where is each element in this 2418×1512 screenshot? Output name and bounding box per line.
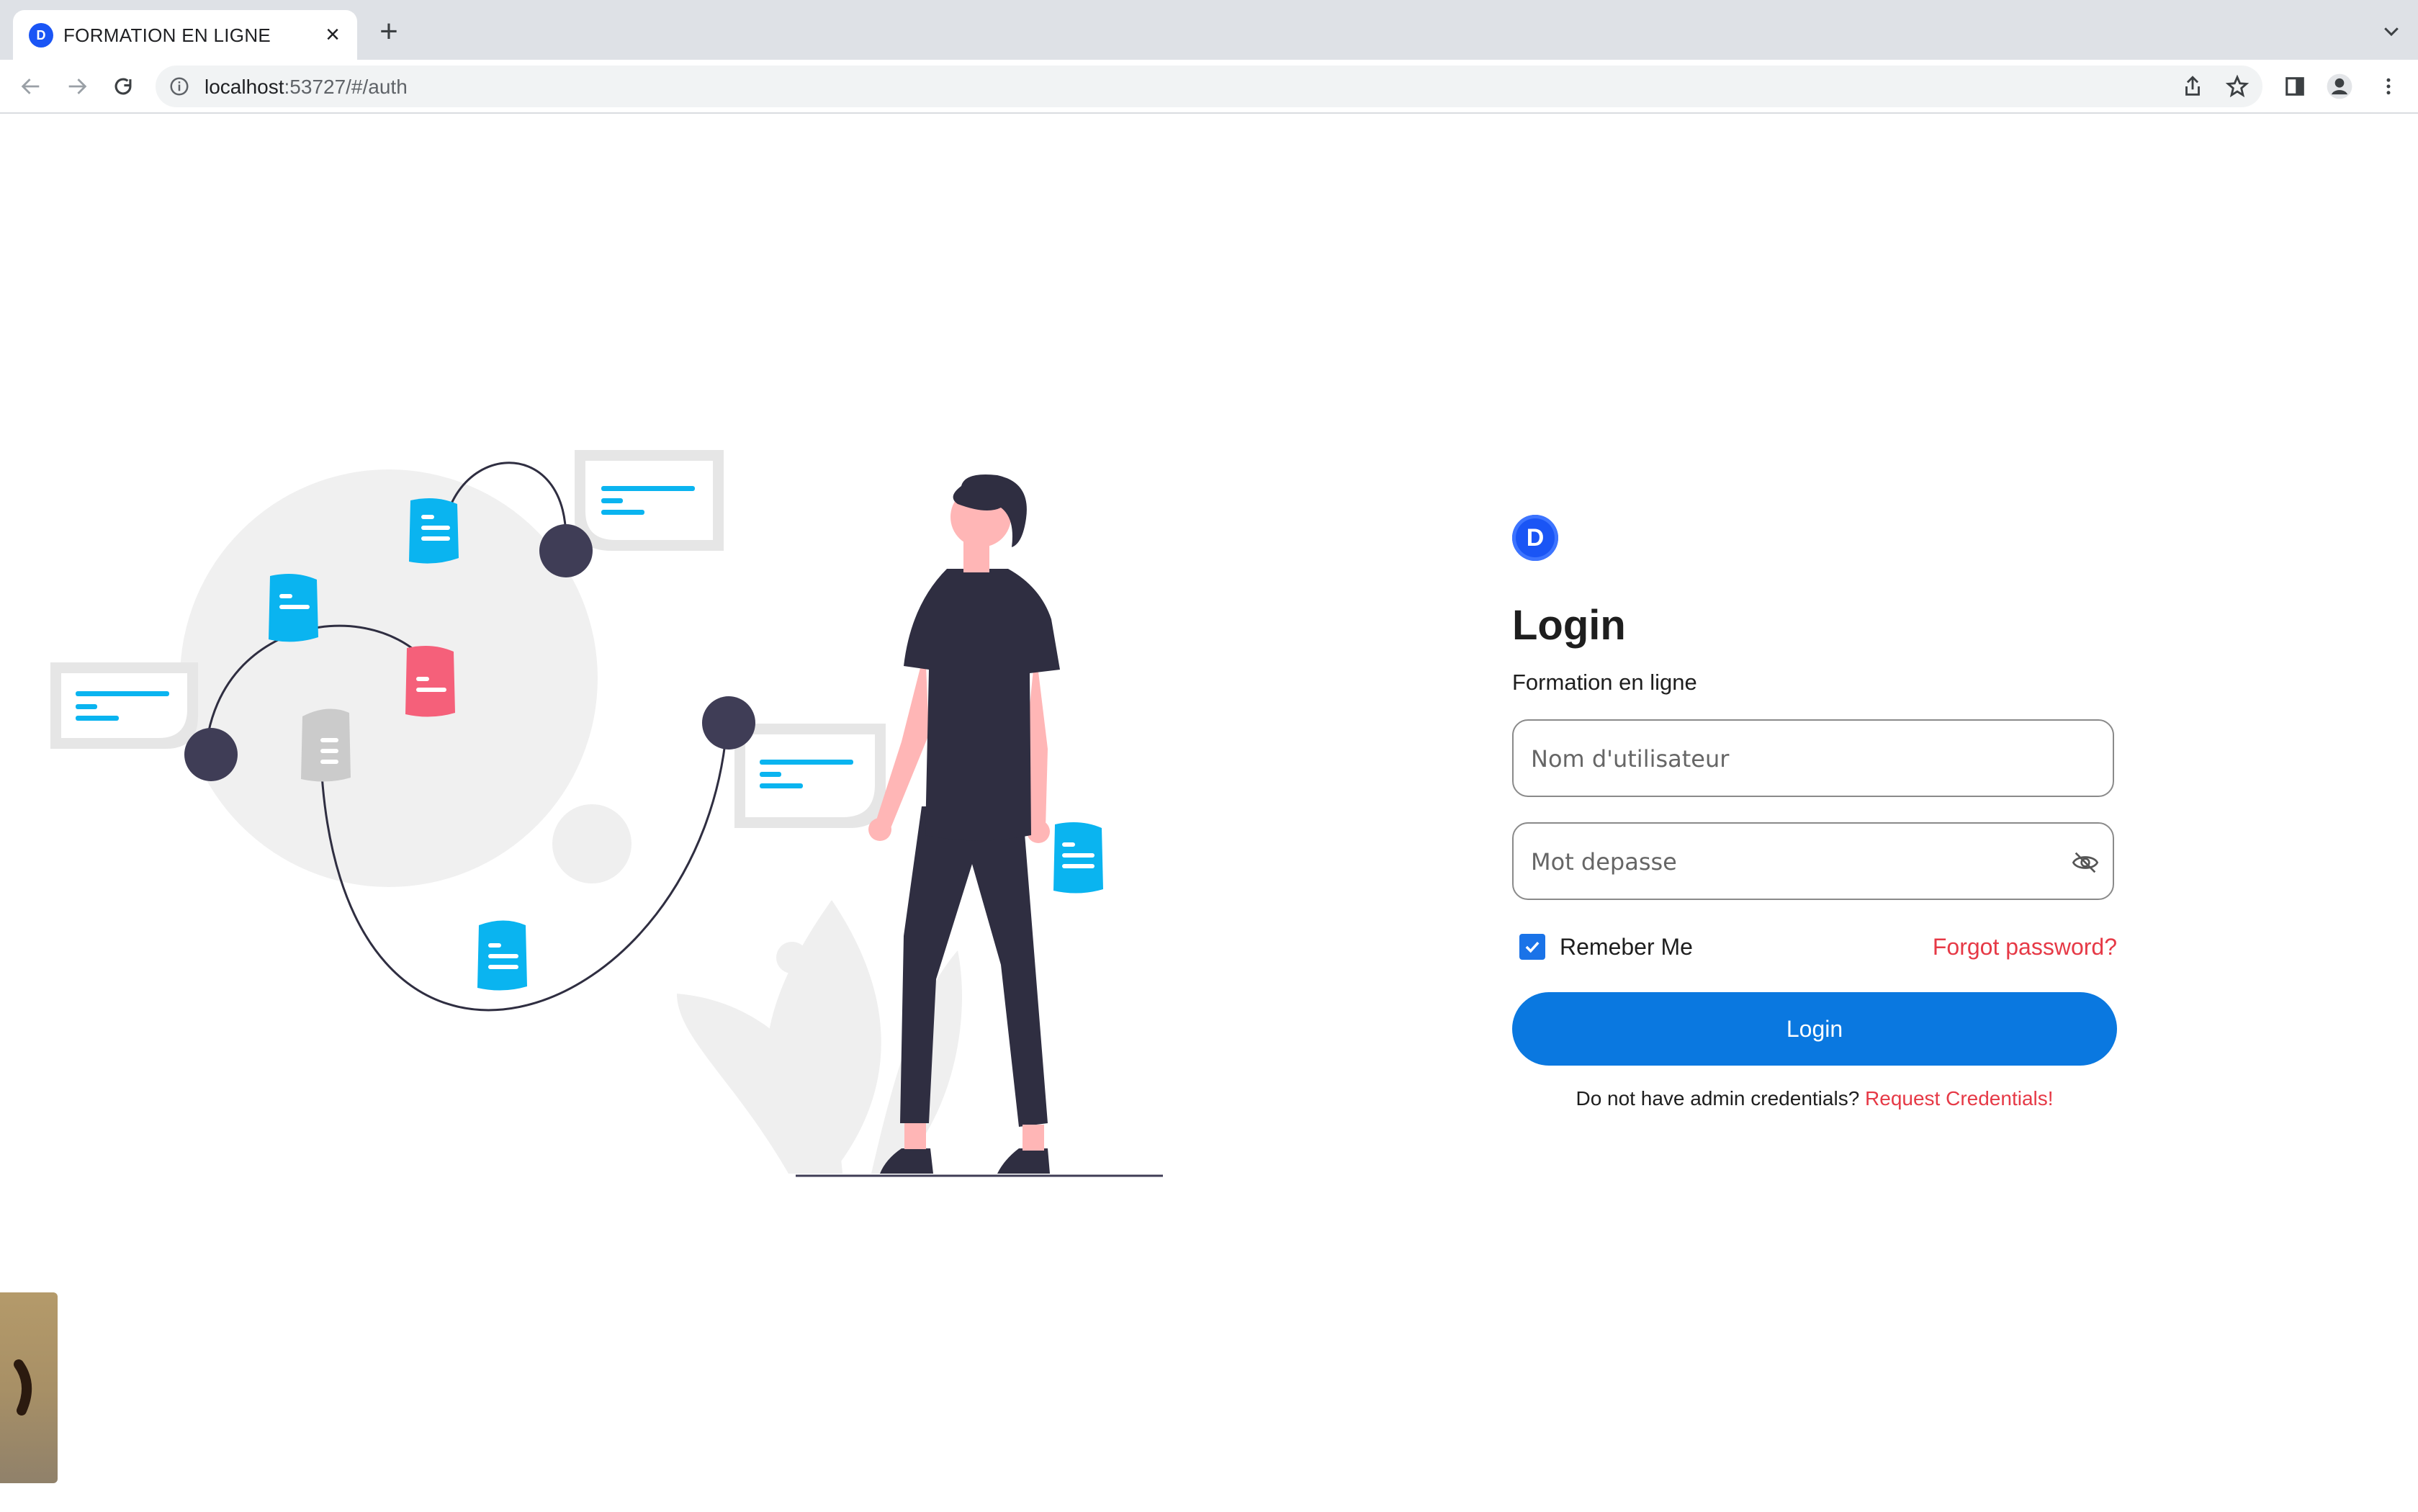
sidebar-icon[interactable] — [2281, 73, 2309, 100]
forward-icon[interactable] — [62, 71, 92, 102]
login-illustration — [50, 450, 1163, 1177]
person-figure — [868, 474, 1103, 1174]
brand-logo-icon: D — [1512, 515, 1558, 561]
login-button[interactable]: Login — [1512, 992, 2117, 1066]
tab-close-icon[interactable]: × — [318, 20, 347, 49]
side-drawer-toggle[interactable] — [0, 1292, 58, 1483]
no-credentials-text: Do not have admin credentials? — [1576, 1087, 1860, 1110]
password-field[interactable] — [1512, 822, 2114, 900]
node-dot — [702, 696, 755, 750]
checkmark-icon — [1525, 941, 1540, 953]
tab-search-chevron-icon[interactable] — [2381, 20, 2402, 42]
request-credentials-line: Do not have admin credentials? Request C… — [1512, 1087, 2117, 1110]
message-bubble-right — [734, 724, 886, 828]
remember-me-label: Remeber Me — [1560, 933, 1693, 960]
browser-toolbar: localhost:53727/#/auth — [0, 60, 2418, 114]
node-dot — [539, 524, 593, 577]
browser-tab[interactable]: D FORMATION EN LIGNE × — [13, 10, 357, 60]
username-field[interactable] — [1512, 719, 2114, 797]
background-circle — [180, 469, 598, 887]
request-credentials-link[interactable]: Request Credentials! — [1865, 1087, 2053, 1110]
url-path: :53727/#/auth — [284, 76, 408, 98]
star-icon[interactable] — [2225, 74, 2250, 99]
message-bubble-left — [50, 662, 198, 749]
reload-icon[interactable] — [108, 71, 138, 102]
message-bubble-top — [575, 450, 724, 551]
tab-favicon-icon: D — [29, 23, 53, 48]
document-icon-pink — [405, 645, 455, 717]
document-icon-gray — [301, 708, 351, 782]
node-dot — [184, 728, 238, 781]
document-icon-blue — [409, 498, 459, 564]
page-title: Login — [1512, 602, 1626, 649]
document-icon-blue — [269, 573, 318, 642]
tab-title: FORMATION EN LIGNE — [63, 24, 271, 46]
document-icon-blue — [477, 920, 527, 991]
chevron-right-icon — [14, 1359, 32, 1416]
address-bar[interactable]: localhost:53727/#/auth — [156, 66, 2262, 107]
new-tab-button[interactable]: + — [374, 16, 403, 48]
username-input[interactable] — [1529, 721, 2065, 797]
eye-off-icon[interactable] — [2071, 848, 2100, 877]
info-icon[interactable] — [168, 76, 190, 97]
tab-strip: D FORMATION EN LIGNE × + — [0, 0, 2418, 60]
url-host: localhost — [205, 76, 284, 98]
profile-icon[interactable] — [2326, 73, 2353, 100]
url-text[interactable]: localhost:53727/#/auth — [205, 76, 408, 99]
small-circle — [552, 804, 632, 883]
back-icon[interactable] — [16, 71, 46, 102]
password-input[interactable] — [1529, 824, 2065, 900]
remember-me-row[interactable]: Remeber Me — [1519, 931, 1693, 963]
remember-me-checkbox[interactable] — [1519, 934, 1545, 960]
menu-icon[interactable] — [2375, 73, 2402, 100]
forgot-password-link[interactable]: Forgot password? — [1933, 934, 2117, 960]
share-icon[interactable] — [2180, 74, 2205, 99]
page-subtitle: Formation en ligne — [1512, 670, 1697, 695]
